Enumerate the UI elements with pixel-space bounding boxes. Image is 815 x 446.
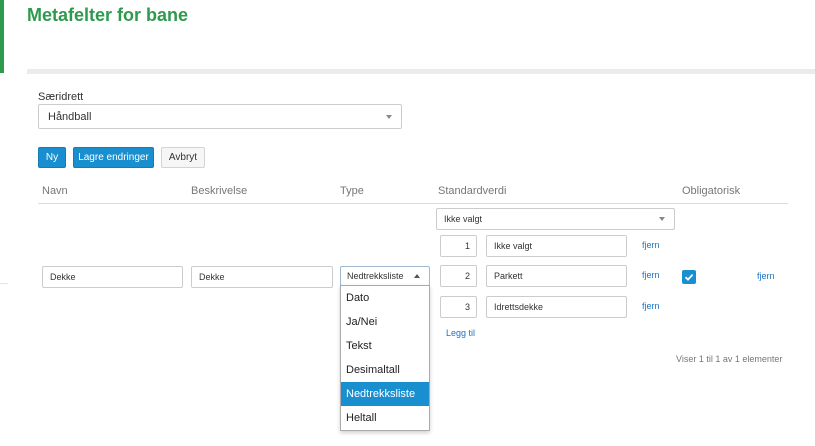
option-value-input[interactable]: Ikke valgt (486, 235, 627, 257)
type-select[interactable]: Nedtrekksliste (340, 266, 430, 286)
default-value-select-value: Ikke valgt (444, 214, 483, 224)
save-changes-button[interactable]: Lagre endringer (73, 147, 154, 168)
type-option-nedtrekksliste[interactable]: Nedtrekksliste (341, 382, 429, 406)
remove-row-link[interactable]: fjern (757, 271, 775, 281)
required-checkbox[interactable] (682, 270, 696, 284)
column-header-default-value: Standardverdi (438, 185, 507, 197)
option-value-input[interactable]: Idrettsdekke (486, 296, 627, 318)
type-option-tekst[interactable]: Tekst (341, 334, 429, 358)
divider (0, 283, 8, 284)
type-option-ja-nei[interactable]: Ja/Nei (341, 310, 429, 334)
pager-info: Viser 1 til 1 av 1 elementer (676, 354, 783, 364)
sport-select[interactable]: Håndball (38, 104, 402, 129)
divider (27, 69, 815, 74)
remove-option-link[interactable]: fjern (642, 270, 660, 280)
add-option-link[interactable]: Legg til (446, 328, 475, 338)
sport-label: Særidrett (38, 91, 84, 103)
accent-bar (0, 0, 4, 73)
type-option-desimaltall[interactable]: Desimaltall (341, 358, 429, 382)
chevron-up-icon (414, 274, 420, 278)
name-input[interactable]: Dekke (42, 266, 183, 288)
type-select-value: Nedtrekksliste (347, 271, 404, 281)
column-header-name: Navn (42, 185, 68, 197)
description-input[interactable]: Dekke (191, 266, 333, 288)
chevron-down-icon (659, 217, 665, 221)
column-header-required: Obligatorisk (682, 185, 741, 197)
option-order-input[interactable]: 2 (440, 265, 477, 287)
type-option-heltall[interactable]: Heltall (341, 406, 429, 430)
option-value-input[interactable]: Parkett (486, 265, 627, 287)
default-value-select[interactable]: Ikke valgt (436, 208, 675, 230)
column-header-type: Type (340, 185, 364, 197)
new-button[interactable]: Ny (38, 147, 66, 168)
type-dropdown-list: Dato Ja/Nei Tekst Desimaltall Nedtrekksl… (340, 285, 430, 431)
column-header-description: Beskrivelse (191, 185, 248, 197)
check-icon (684, 273, 694, 281)
sport-select-value: Håndball (48, 110, 92, 123)
divider (38, 203, 788, 204)
remove-option-link[interactable]: fjern (642, 240, 660, 250)
type-option-dato[interactable]: Dato (341, 286, 429, 310)
option-order-input[interactable]: 1 (440, 235, 477, 257)
page-title: Metafelter for bane (27, 5, 189, 25)
cancel-button[interactable]: Avbryt (161, 147, 205, 168)
chevron-down-icon (386, 114, 392, 119)
option-order-input[interactable]: 3 (440, 296, 477, 318)
remove-option-link[interactable]: fjern (642, 301, 660, 311)
